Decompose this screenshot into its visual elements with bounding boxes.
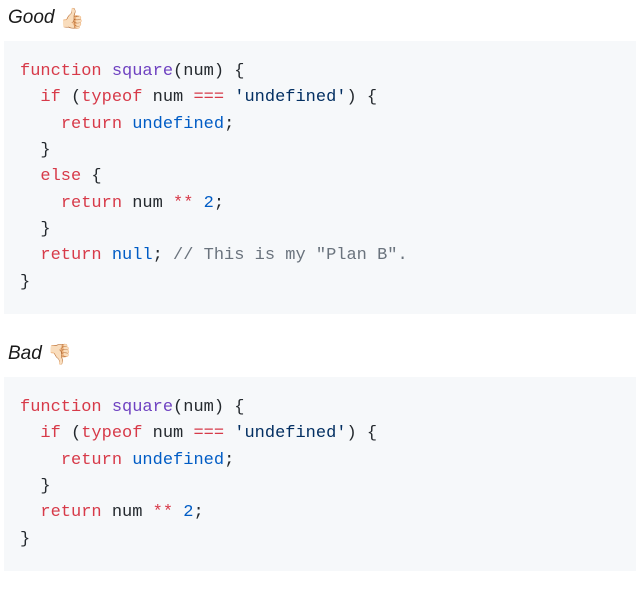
op-eq: === [193, 88, 224, 107]
kw-return: return [61, 451, 122, 470]
op-pow: ** [153, 503, 173, 522]
kw-function: function [20, 398, 102, 417]
kw-function: function [20, 62, 102, 81]
param: num [183, 398, 214, 417]
kw-return: return [61, 194, 122, 213]
str-undef: 'undefined' [234, 88, 346, 107]
kw-typeof: typeof [81, 424, 142, 443]
kw-else: else [40, 167, 81, 186]
good-label: Good 👍🏻 [8, 6, 632, 31]
thumbs-up-icon: 👍🏻 [60, 8, 85, 30]
bad-code-block: function square(num) { if (typeof num ==… [4, 377, 636, 571]
thumbs-down-icon: 👎🏻 [47, 344, 72, 366]
bad-label: Bad 👎🏻 [8, 342, 632, 367]
fn-name: square [112, 62, 173, 81]
comment: // This is my "Plan B". [173, 246, 408, 265]
var-num: num [132, 194, 163, 213]
good-code-block: function square(num) { if (typeof num ==… [4, 41, 636, 314]
val-undefined: undefined [132, 115, 224, 134]
op-eq: === [193, 424, 224, 443]
kw-if: if [40, 88, 60, 107]
bad-label-text: Bad [8, 343, 42, 364]
var-num: num [153, 88, 184, 107]
str-undef: 'undefined' [234, 424, 346, 443]
kw-typeof: typeof [81, 88, 142, 107]
good-label-text: Good [8, 7, 54, 28]
num-two: 2 [183, 503, 193, 522]
kw-if: if [40, 424, 60, 443]
var-num: num [112, 503, 143, 522]
val-undefined: undefined [132, 451, 224, 470]
kw-return: return [40, 246, 101, 265]
param: num [183, 62, 214, 81]
op-pow: ** [173, 194, 193, 213]
num-two: 2 [204, 194, 214, 213]
val-null: null [112, 246, 153, 265]
var-num: num [153, 424, 184, 443]
kw-return: return [61, 115, 122, 134]
kw-return: return [40, 503, 101, 522]
fn-name: square [112, 398, 173, 417]
